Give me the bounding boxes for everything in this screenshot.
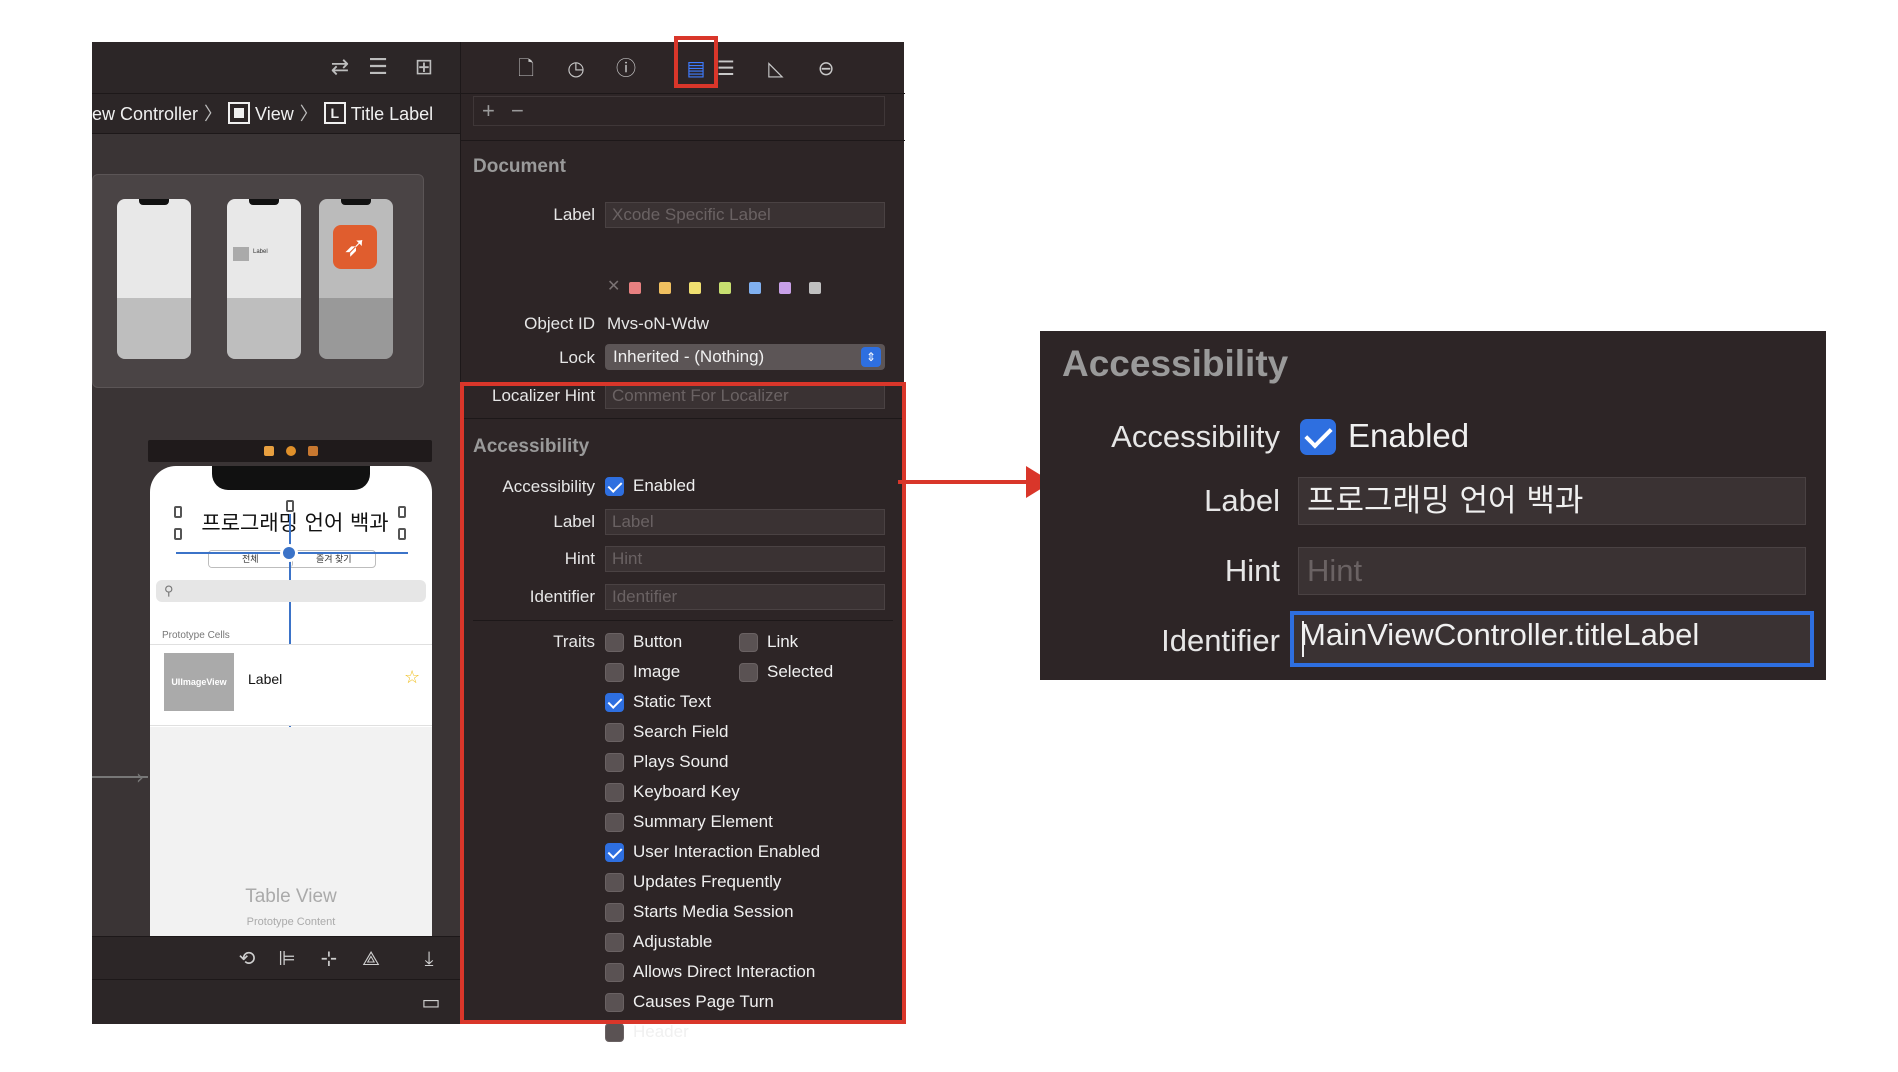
debug-area-icon[interactable]: ▭ [416, 987, 446, 1017]
chevron-right-icon: 〉 [204, 104, 223, 124]
segue-arrow-icon: › [136, 765, 144, 789]
add-remove-bar: + − [473, 96, 885, 126]
add-editor-icon[interactable]: ⊞ [410, 54, 438, 82]
zoom-identifier-value: MainViewController.titleLabel [1300, 617, 1700, 652]
view-icon [228, 102, 251, 125]
color-swatch[interactable] [779, 282, 791, 294]
canvas-bottom-bar: ⟲ ⊫ ⊹ ⟁ ⤓ ▭ [92, 936, 460, 1024]
editor-lines-icon[interactable]: ☰ [364, 54, 392, 82]
search-bar[interactable]: ⚲ [156, 580, 426, 602]
history-icon[interactable]: ◷ [561, 54, 591, 82]
minimap[interactable]: Label ➶ [92, 174, 424, 388]
jumpbar-title-label[interactable]: Title Label [351, 94, 433, 134]
minimap-cell-label: Label [253, 249, 268, 255]
resize-handle[interactable] [398, 528, 406, 540]
file-icon[interactable]: 🗋 [511, 54, 541, 82]
color-swatch[interactable] [809, 282, 821, 294]
callout-arrow-line [898, 480, 1036, 484]
cell-image-view[interactable]: UIImageView [164, 653, 234, 711]
zoom-identifier-field[interactable]: MainViewController.titleLabel [1290, 611, 1814, 667]
jumpbar-controller[interactable]: ew Controller [92, 94, 198, 134]
update-frames-icon[interactable]: ⟲ [232, 943, 262, 973]
zoomed-accessibility-panel: Accessibility Accessibility Enabled Labe… [1040, 331, 1826, 680]
label-icon: L [323, 102, 346, 125]
resolve-issues-icon[interactable]: ⟁ [356, 943, 386, 973]
swift-logo-icon: ➶ [333, 225, 377, 269]
object-id-value: Mvs-oN-Wdw [607, 314, 709, 333]
chevron-right-icon: 〉 [299, 104, 318, 124]
jump-bar: ew Controller 〉 View 〉 L Title Label [92, 94, 460, 134]
canvas-toolbar: ⇄ ☰ ⊞ [92, 42, 460, 94]
table-view-subtitle: Prototype Content [246, 916, 336, 928]
main-scene-phone[interactable]: 프로그래밍 언어 백과 전체 즐겨 찾기 ⚲ Prototype Cells U… [150, 466, 432, 986]
zoom-enabled-checkbox[interactable] [1300, 419, 1336, 455]
object-id-caption: Object ID [524, 314, 595, 333]
clear-color-icon[interactable]: ✕ [607, 276, 620, 296]
color-swatch[interactable] [629, 282, 641, 294]
zoom-hint-field[interactable]: Hint [1298, 547, 1806, 595]
zoom-hint-caption: Hint [1224, 553, 1280, 588]
table-view-title: Table View [245, 886, 337, 907]
prototype-cell[interactable]: UIImageView Label ☆ [150, 644, 432, 726]
title-label[interactable]: 프로그래밍 언어 백과 [198, 508, 392, 538]
trait-header-checkbox[interactable] [605, 1023, 624, 1042]
jumpbar-view[interactable]: View [255, 94, 294, 134]
zoom-enabled-label: Enabled [1348, 417, 1470, 454]
minimap-navigation-scene [117, 199, 191, 359]
exit-icon[interactable] [308, 446, 318, 456]
cell-label[interactable]: Label [248, 671, 282, 687]
accessibility-highlight-box [460, 382, 906, 1024]
xcode-label-field[interactable]: Xcode Specific Label [605, 202, 885, 228]
lock-caption: Lock [559, 348, 595, 367]
add-button[interactable]: + [482, 98, 495, 123]
zoom-identifier-caption: Identifier [1161, 623, 1280, 658]
prototype-cells-label: Prototype Cells [162, 630, 230, 641]
phone-notch [212, 466, 370, 490]
divider [461, 140, 905, 141]
text-caret [1302, 621, 1304, 657]
color-swatch[interactable] [749, 282, 761, 294]
zoom-section-title: Accessibility [1062, 343, 1289, 384]
doc-label-caption: Label [553, 205, 595, 224]
zoom-label-field[interactable]: 프로그래밍 언어 백과 [1298, 477, 1806, 525]
search-icon: ⚲ [164, 583, 174, 598]
chevron-updown-icon: ⇕ [861, 347, 881, 367]
connections-icon[interactable]: ⊖ [811, 54, 841, 82]
align-icon[interactable]: ⊫ [272, 943, 302, 973]
star-icon[interactable]: ☆ [404, 667, 420, 688]
resize-handle[interactable] [174, 528, 182, 540]
size-icon[interactable]: ◺ [761, 54, 791, 82]
view-controller-icon[interactable] [264, 446, 274, 456]
resize-handle[interactable] [286, 500, 294, 512]
scene-dock[interactable] [148, 440, 432, 462]
embed-in-icon[interactable]: ⤓ [414, 943, 444, 973]
color-swatch[interactable] [719, 282, 731, 294]
minimap-main-scene: Label [227, 199, 301, 359]
storyboard-canvas[interactable]: ⇄ ☰ ⊞ ew Controller 〉 View 〉 L Title Label La… [92, 42, 460, 1024]
help-icon[interactable]: ⓘ [611, 54, 641, 82]
document-section-title: Document [473, 156, 566, 177]
first-responder-icon[interactable] [286, 446, 296, 456]
trait-header-label: Header [633, 1022, 689, 1041]
remove-button[interactable]: − [511, 98, 524, 123]
color-swatch[interactable] [659, 282, 671, 294]
color-swatch[interactable] [689, 282, 701, 294]
resize-handle[interactable] [174, 506, 182, 518]
minimap-detail-scene: ➶ [319, 199, 393, 359]
lock-select-value: Inherited - (Nothing) [613, 347, 765, 366]
constraint-knob[interactable] [280, 544, 298, 562]
swap-icon[interactable]: ⇄ [326, 54, 354, 82]
lock-select[interactable]: Inherited - (Nothing) ⇕ [605, 344, 885, 370]
tab-highlight-box [674, 36, 718, 88]
add-constraints-icon[interactable]: ⊹ [314, 943, 344, 973]
zoom-accessibility-caption: Accessibility [1111, 419, 1280, 454]
resize-handle[interactable] [398, 506, 406, 518]
zoom-label-caption: Label [1204, 483, 1280, 518]
divider [92, 979, 460, 980]
